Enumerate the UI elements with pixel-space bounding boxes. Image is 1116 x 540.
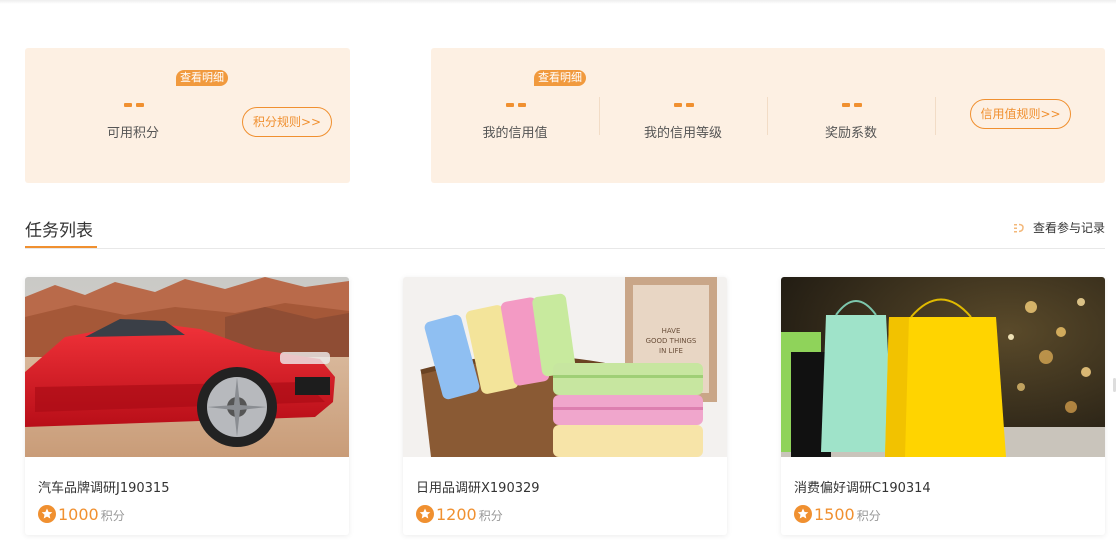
credit-level-value — [674, 103, 694, 107]
credit-panel: 查看明细 我的信用值 我的信用等级 奖励系数 信用值规则>> — [431, 48, 1105, 183]
svg-text:IN LIFE: IN LIFE — [659, 347, 683, 355]
section-divider — [25, 248, 1105, 249]
task-card[interactable]: HAVE GOOD THINGS IN LIFE 日用品调研X190329 12… — [403, 277, 727, 535]
points-rules-button[interactable]: 积分规则>> — [242, 107, 332, 137]
points-unit: 积分 — [856, 509, 881, 523]
points-value — [124, 103, 144, 107]
task-list-title: 任务列表 — [25, 221, 93, 241]
view-records-link[interactable]: 查看参与记录 — [1013, 219, 1105, 236]
records-icon — [1013, 223, 1024, 232]
task-points: 1500 积分 — [794, 505, 881, 525]
credit-level-label: 我的信用等级 — [643, 126, 723, 141]
shopping-bags-photo — [781, 277, 1105, 457]
star-coin-icon — [38, 505, 56, 523]
divider — [935, 97, 936, 135]
points-panel: 查看明细 可用积分 积分规则>> — [25, 48, 350, 183]
points-unit: 积分 — [478, 509, 503, 523]
credit-detail-badge[interactable]: 查看明细 — [534, 70, 586, 86]
points-unit: 积分 — [100, 509, 125, 523]
task-points: 1000 积分 — [38, 505, 125, 525]
red-sports-car-photo — [25, 277, 349, 457]
active-tab-underline — [25, 246, 97, 248]
svg-text:HAVE: HAVE — [662, 327, 681, 335]
reward-factor-label: 奖励系数 — [824, 126, 878, 141]
points-amount: 1000 — [58, 505, 99, 524]
reward-factor-value — [842, 103, 862, 107]
towels-in-basket-photo: HAVE GOOD THINGS IN LIFE — [403, 277, 727, 457]
points-amount: 1200 — [436, 505, 477, 524]
points-detail-badge[interactable]: 查看明细 — [176, 70, 228, 86]
credit-value-label: 我的信用值 — [482, 126, 548, 141]
task-points: 1200 积分 — [416, 505, 503, 525]
divider — [767, 97, 768, 135]
task-card[interactable]: 汽车品牌调研J190315 1000 积分 — [25, 277, 349, 535]
star-coin-icon — [794, 505, 812, 523]
star-coin-icon — [416, 505, 434, 523]
svg-text:GOOD THINGS: GOOD THINGS — [646, 337, 697, 345]
task-title: 汽车品牌调研J190315 — [38, 481, 170, 496]
points-amount: 1500 — [814, 505, 855, 524]
points-label: 可用积分 — [106, 126, 160, 141]
view-records-label: 查看参与记录 — [1032, 221, 1105, 235]
task-title: 消费偏好调研C190314 — [794, 481, 931, 496]
credit-rules-button[interactable]: 信用值规则>> — [970, 99, 1071, 129]
credit-value — [506, 103, 526, 107]
top-shadow-line — [0, 0, 1116, 4]
task-title: 日用品调研X190329 — [416, 481, 540, 496]
task-card[interactable]: 消费偏好调研C190314 1500 积分 — [781, 277, 1105, 535]
divider — [599, 97, 600, 135]
